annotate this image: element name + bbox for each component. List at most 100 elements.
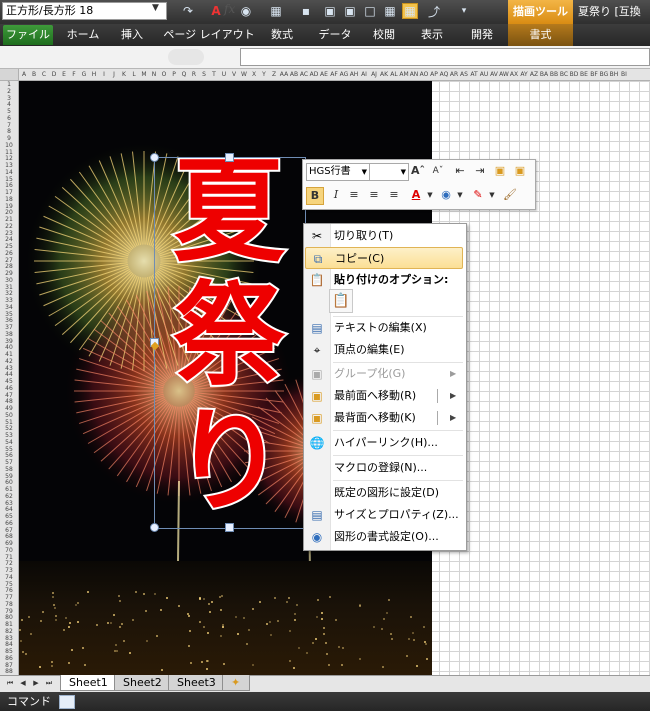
font-name-select[interactable]: HGS行書 ▼ xyxy=(306,163,370,181)
menu-item-assign-macro[interactable]: マクロの登録(N)... xyxy=(305,457,463,479)
column-header[interactable]: AQ xyxy=(439,69,449,80)
tab-page-layout[interactable]: ページ レイアウト xyxy=(160,24,258,46)
next-sheet-icon[interactable]: ▶ xyxy=(30,677,42,689)
tab-home[interactable]: ホーム xyxy=(60,24,106,46)
column-header[interactable]: AR xyxy=(449,69,459,80)
column-header[interactable]: BH xyxy=(609,69,619,80)
column-header[interactable]: AU xyxy=(479,69,489,80)
send-backward-icon[interactable]: ▣ xyxy=(511,162,529,180)
sheet-tab-sheet1[interactable]: Sheet1 xyxy=(60,675,117,691)
tab-view[interactable]: 表示 xyxy=(412,24,452,46)
picture-qat-icon[interactable]: ▦ xyxy=(268,3,284,19)
column-header[interactable]: AB xyxy=(289,69,299,80)
column-header[interactable]: AF xyxy=(329,69,339,80)
column-header[interactable]: S xyxy=(199,69,209,80)
column-header[interactable]: Y xyxy=(259,69,269,80)
formula-input[interactable] xyxy=(240,48,650,66)
column-header[interactable]: AC xyxy=(299,69,309,80)
grow-font-icon[interactable]: Aˆ xyxy=(409,162,427,180)
column-header[interactable]: BI xyxy=(619,69,629,80)
column-header[interactable]: AS xyxy=(459,69,469,80)
column-header[interactable]: AZ xyxy=(529,69,539,80)
column-header[interactable]: BA xyxy=(539,69,549,80)
shape-outline-dropdown-icon[interactable]: ▼ xyxy=(483,186,501,204)
column-header[interactable]: R xyxy=(189,69,199,80)
macro-record-icon[interactable] xyxy=(59,695,75,709)
menu-item-send-to-back[interactable]: ▣ 最背面へ移動(K) ▶ xyxy=(305,407,463,429)
column-header[interactable]: W xyxy=(239,69,249,80)
menu-item-hyperlink[interactable]: 🌐 ハイパーリンク(H)... xyxy=(305,432,463,454)
decrease-indent-icon[interactable]: ⇤ xyxy=(451,162,469,180)
resize-handle-bottom-left[interactable] xyxy=(150,523,159,532)
tab-file[interactable]: ファイル xyxy=(3,25,53,45)
column-header[interactable]: AE xyxy=(319,69,329,80)
tab-formulas[interactable]: 数式 xyxy=(262,24,302,46)
tab-developer[interactable]: 開発 xyxy=(462,24,502,46)
column-header[interactable]: A xyxy=(19,69,29,80)
font-size-dropdown-icon[interactable]: ▼ xyxy=(401,168,406,176)
column-header[interactable]: AD xyxy=(309,69,319,80)
align-right-icon[interactable]: ≡ xyxy=(385,186,403,204)
shapes-qat-icon[interactable]: □ xyxy=(362,3,378,19)
shrink-font-icon[interactable]: Aˇ xyxy=(429,162,447,180)
column-header[interactable]: AY xyxy=(519,69,529,80)
column-header[interactable]: BG xyxy=(599,69,609,80)
redo-icon[interactable]: ↷ xyxy=(180,3,196,19)
insert-function-icon[interactable]: fx xyxy=(224,2,235,16)
column-header[interactable]: AK xyxy=(379,69,389,80)
resize-handle-top-left[interactable] xyxy=(150,153,159,162)
fill-color-dropdown-icon[interactable]: ▼ xyxy=(451,186,469,204)
column-header[interactable]: E xyxy=(59,69,69,80)
column-header[interactable]: BB xyxy=(549,69,559,80)
tab-insert[interactable]: 挿入 xyxy=(112,24,152,46)
column-header[interactable]: F xyxy=(69,69,79,80)
menu-item-edit-points[interactable]: ⌖ 頂点の編集(E) xyxy=(305,339,463,361)
font-color-qat-icon[interactable]: A xyxy=(208,3,224,19)
column-header[interactable]: AA xyxy=(279,69,289,80)
column-header[interactable]: AG xyxy=(339,69,349,80)
column-header[interactable]: K xyxy=(119,69,129,80)
tab-review[interactable]: 校閲 xyxy=(364,24,404,46)
column-header[interactable]: Q xyxy=(179,69,189,80)
column-header[interactable]: H xyxy=(89,69,99,80)
menu-item-edit-text[interactable]: ▤ テキストの編集(X) xyxy=(305,317,463,339)
submenu-arrow-icon[interactable]: ▶ xyxy=(450,385,456,407)
column-header[interactable]: V xyxy=(229,69,239,80)
fill-color-qat-icon[interactable]: ◉ xyxy=(238,3,254,19)
column-header[interactable]: B xyxy=(29,69,39,80)
customize-qat-icon[interactable]: ▾ xyxy=(456,3,472,19)
column-header[interactable]: AO xyxy=(419,69,429,80)
select-all-corner[interactable] xyxy=(0,69,19,80)
column-header[interactable]: L xyxy=(129,69,139,80)
name-box-dropdown-icon[interactable]: ▼ xyxy=(152,3,159,13)
column-header[interactable]: C xyxy=(39,69,49,80)
column-header[interactable]: AW xyxy=(499,69,509,80)
menu-item-set-default-shape[interactable]: 既定の図形に設定(D) xyxy=(305,482,463,504)
font-dropdown-icon[interactable]: ▼ xyxy=(362,164,367,180)
resize-handle-bottom[interactable] xyxy=(225,523,234,532)
font-size-select[interactable]: ▼ xyxy=(369,163,409,181)
bold-button[interactable]: B xyxy=(306,187,324,205)
column-header[interactable]: P xyxy=(169,69,179,80)
grid-toggle-qat-icon[interactable]: ▦ xyxy=(402,3,418,19)
last-sheet-icon[interactable]: ⏭ xyxy=(43,677,55,689)
table-qat-icon[interactable]: ▦ xyxy=(382,3,398,19)
sheet-tab-sheet2[interactable]: Sheet2 xyxy=(114,675,171,691)
column-header[interactable]: AI xyxy=(359,69,369,80)
submenu-arrow-icon[interactable]: ▶ xyxy=(450,407,456,429)
column-header[interactable]: AX xyxy=(509,69,519,80)
prev-sheet-icon[interactable]: ◀ xyxy=(17,677,29,689)
paste-option-keep-source-icon[interactable]: 📋 xyxy=(329,289,353,313)
menu-item-cut[interactable]: ✂ 切り取り(T) xyxy=(305,225,463,247)
resize-handle-top[interactable] xyxy=(225,153,234,162)
column-header[interactable]: BC xyxy=(559,69,569,80)
column-header[interactable]: AN xyxy=(409,69,419,80)
camera-qat-icon[interactable]: ▣ xyxy=(322,3,338,19)
screenshot-qat-icon[interactable]: ▣ xyxy=(342,3,358,19)
align-left-icon[interactable]: ≡ xyxy=(345,186,363,204)
increase-indent-icon[interactable]: ⇥ xyxy=(471,162,489,180)
insert-sheet-icon[interactable]: ✦ xyxy=(222,675,250,691)
menu-item-bring-to-front[interactable]: ▣ 最前面へ移動(R) ▶ xyxy=(305,385,463,407)
column-header[interactable]: T xyxy=(209,69,219,80)
column-header[interactable]: O xyxy=(159,69,169,80)
